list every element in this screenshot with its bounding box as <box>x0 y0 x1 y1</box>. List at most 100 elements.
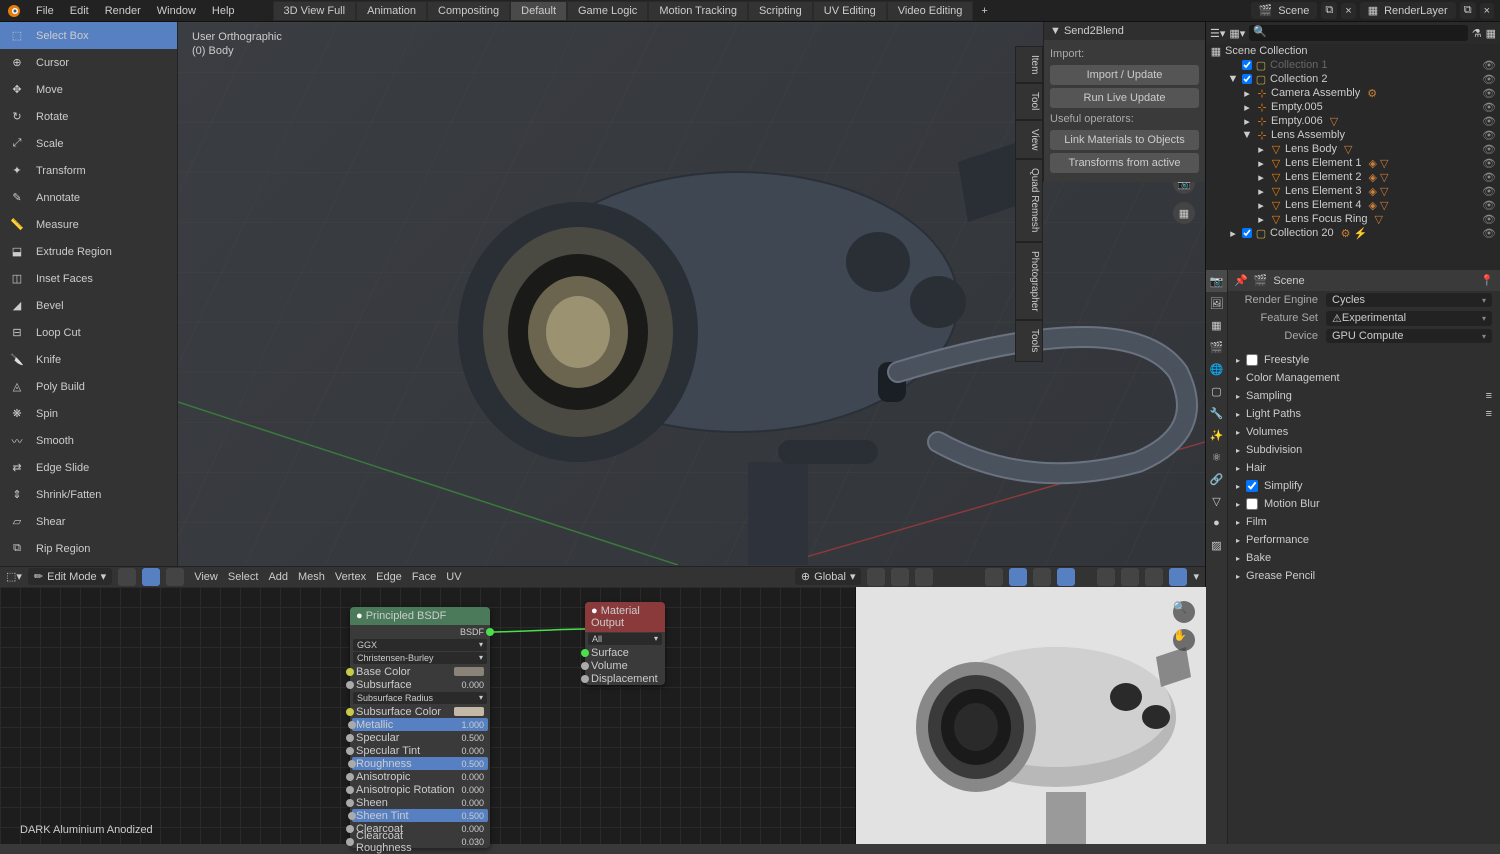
menu-help[interactable]: Help <box>204 5 243 17</box>
properties-breadcrumb[interactable]: 📌🎬Scene📍 <box>1228 270 1500 291</box>
section-film[interactable]: ▸Film <box>1228 513 1500 531</box>
vertex-select-icon[interactable] <box>118 568 136 586</box>
import-update-button[interactable]: Import / Update <box>1050 65 1199 85</box>
section-performance[interactable]: ▸Performance <box>1228 531 1500 549</box>
workspace-tab[interactable]: Default <box>510 1 567 21</box>
node-param-subsurface[interactable]: Subsurface0.000 <box>350 678 490 691</box>
workspace-tab[interactable]: Animation <box>356 1 427 21</box>
tool-shrink-fatten[interactable]: ⇕Shrink/Fatten <box>0 481 177 508</box>
outliner-item[interactable]: ▸▽Lens Element 4◈ ▽👁 <box>1206 198 1500 212</box>
section-hair[interactable]: ▸Hair <box>1228 459 1500 477</box>
tool-smooth[interactable]: 〰Smooth <box>0 427 177 454</box>
output-socket-volume[interactable]: Volume <box>585 659 665 672</box>
node-param-anisotropic-rotation[interactable]: Anisotropic Rotation0.000 <box>350 783 490 796</box>
node-param-base-color[interactable]: Base Color <box>350 665 490 678</box>
visibility-toggle-icon[interactable]: 👁 <box>1482 129 1496 142</box>
visibility-toggle-icon[interactable]: 👁 <box>1482 171 1496 184</box>
shading-solid2-icon[interactable] <box>1121 568 1139 586</box>
menu-file[interactable]: File <box>28 5 62 17</box>
scene-selector[interactable]: 🎬Scene <box>1251 2 1318 19</box>
modifier-tab-icon[interactable]: 🔧 <box>1206 402 1227 424</box>
preview-zoom-icon[interactable]: 🔍 <box>1173 601 1195 623</box>
perspective-toggle-icon[interactable]: ▦ <box>1173 202 1195 224</box>
blender-logo-icon[interactable] <box>4 1 24 21</box>
pin-toggle-icon[interactable]: 📍 <box>1480 274 1494 287</box>
renderlayer-selector[interactable]: ▦RenderLayer <box>1360 2 1456 19</box>
mesh-tab-icon[interactable]: ▽ <box>1206 490 1227 512</box>
face-select-icon[interactable] <box>166 568 184 586</box>
node-param-clearcoat-roughness[interactable]: Clearcoat Roughness0.030 <box>350 835 490 848</box>
visibility-toggle-icon[interactable]: 👁 <box>1482 143 1496 156</box>
n-tab-tool[interactable]: Tool <box>1015 83 1043 119</box>
overlays-icon[interactable] <box>985 568 1003 586</box>
proportional-icon[interactable] <box>915 568 933 586</box>
tool-edge-slide[interactable]: ⇄Edge Slide <box>0 454 177 481</box>
outliner-item[interactable]: ▸▽Lens Element 3◈ ▽👁 <box>1206 184 1500 198</box>
shading-options-icon[interactable]: ▾ <box>1193 570 1199 583</box>
link-materials-button[interactable]: Link Materials to Objects <box>1050 130 1199 150</box>
section-simplify[interactable]: ▸Simplify <box>1228 477 1500 495</box>
node-editor[interactable]: ● Principled BSDF BSDF GGX Christensen-B… <box>0 587 855 844</box>
menu-edit[interactable]: Edit <box>62 5 97 17</box>
node-header[interactable]: ● Material Output <box>585 602 665 632</box>
visibility-toggle-icon[interactable]: 👁 <box>1482 59 1496 72</box>
vp-menu-mesh[interactable]: Mesh <box>294 571 329 583</box>
tool-poly-build[interactable]: ◬Poly Build <box>0 373 177 400</box>
workspace-tab[interactable]: Motion Tracking <box>648 1 748 21</box>
snap-icon[interactable] <box>891 568 909 586</box>
shading-rendered-icon[interactable] <box>1169 568 1187 586</box>
pin-icon[interactable]: 📌 <box>1234 274 1248 287</box>
tool-rip-region[interactable]: ⧉Rip Region <box>0 535 177 562</box>
display-mode-icon[interactable]: ▦▾ <box>1229 27 1245 40</box>
new-scene-icon[interactable]: ⧉ <box>1321 2 1337 19</box>
section-menu-icon[interactable]: ≡ <box>1486 390 1492 402</box>
tool-measure[interactable]: 📏Measure <box>0 211 177 238</box>
tool-inset-faces[interactable]: ◫Inset Faces <box>0 265 177 292</box>
distribution-dropdown[interactable]: GGX <box>353 639 487 651</box>
shading-matprev-icon[interactable] <box>1145 568 1163 586</box>
node-param-sheen-tint[interactable]: Sheen Tint0.500 <box>352 809 488 822</box>
outliner-item[interactable]: ▼▢Collection 2👁 <box>1206 72 1500 86</box>
visibility-toggle-icon[interactable]: 👁 <box>1482 213 1496 226</box>
workspace-tab[interactable]: Video Editing <box>887 1 974 21</box>
node-param-subsurface-color[interactable]: Subsurface Color <box>350 705 490 718</box>
n-tab-quad-remesh[interactable]: Quad Remesh <box>1015 159 1043 241</box>
vp-menu-add[interactable]: Add <box>264 571 292 583</box>
collection-checkbox[interactable] <box>1242 228 1252 238</box>
n-tab-item[interactable]: Item <box>1015 46 1043 83</box>
tool-knife[interactable]: 🔪Knife <box>0 346 177 373</box>
section-color-management[interactable]: ▸Color Management <box>1228 369 1500 387</box>
vp-menu-uv[interactable]: UV <box>442 571 465 583</box>
output-socket-surface[interactable]: Surface <box>585 646 665 659</box>
node-param-specular-tint[interactable]: Specular Tint0.000 <box>350 744 490 757</box>
shading-wire-icon[interactable] <box>1097 568 1115 586</box>
tool-cursor[interactable]: ⊕Cursor <box>0 49 177 76</box>
tool-annotate[interactable]: ✎Annotate <box>0 184 177 211</box>
n-panel-header[interactable]: ▼ Send2Blend <box>1044 22 1205 40</box>
sss-method-dropdown[interactable]: Christensen-Burley <box>353 652 487 664</box>
workspace-tab[interactable]: Game Logic <box>567 1 648 21</box>
collection-checkbox[interactable] <box>1242 74 1252 84</box>
output-tab-icon[interactable]: 🖼 <box>1206 292 1227 314</box>
tool-shear[interactable]: ▱Shear <box>0 508 177 535</box>
wireframe-overlay-icon[interactable] <box>1057 568 1075 586</box>
node-param-anisotropic[interactable]: Anisotropic0.000 <box>350 770 490 783</box>
constraint-tab-icon[interactable]: 🔗 <box>1206 468 1227 490</box>
preview-pan-icon[interactable]: ✋ <box>1173 629 1195 651</box>
outliner-item[interactable]: ▸▽Lens Element 1◈ ▽👁 <box>1206 156 1500 170</box>
vp-menu-select[interactable]: Select <box>224 571 263 583</box>
new-layer-icon[interactable]: ⧉ <box>1460 2 1476 19</box>
viewlayer-tab-icon[interactable]: ▦ <box>1206 314 1227 336</box>
collection-checkbox[interactable] <box>1242 60 1252 70</box>
material-output-node[interactable]: ● Material Output All SurfaceVolumeDispl… <box>585 602 665 685</box>
tool-loop-cut[interactable]: ⊟Loop Cut <box>0 319 177 346</box>
vp-menu-edge[interactable]: Edge <box>372 571 406 583</box>
delete-layer-icon[interactable]: × <box>1480 3 1494 19</box>
section-checkbox[interactable] <box>1246 354 1258 366</box>
outliner-item[interactable]: ▢Collection 1👁 <box>1206 58 1500 72</box>
render-tab-icon[interactable]: 📷 <box>1206 270 1227 292</box>
principled-bsdf-node[interactable]: ● Principled BSDF BSDF GGX Christensen-B… <box>350 607 490 848</box>
visibility-toggle-icon[interactable]: 👁 <box>1482 185 1496 198</box>
device-dropdown[interactable]: GPU Compute <box>1326 329 1492 343</box>
outliner-item[interactable]: ▸▽Lens Body▽👁 <box>1206 142 1500 156</box>
